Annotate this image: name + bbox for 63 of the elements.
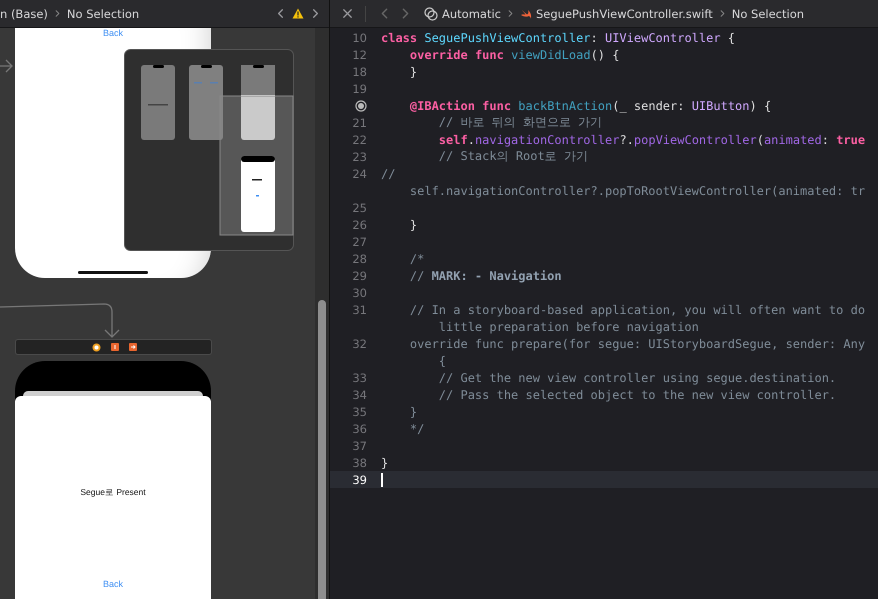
close-icon xyxy=(340,6,355,21)
code-line: { xyxy=(438,354,446,368)
code-line: // Stack의 Root로 가기 xyxy=(438,148,588,165)
scrollbar-thumb[interactable] xyxy=(318,300,326,599)
line-number: 30 xyxy=(352,286,367,300)
code-line: // MARK: - Navigation xyxy=(408,268,562,282)
code-line: // 바로 뒤의 화면으로 가기 xyxy=(438,114,602,131)
line-number: 28 xyxy=(352,252,367,266)
code-line: } xyxy=(381,456,388,470)
code-line: } xyxy=(408,218,418,232)
line-number: 37 xyxy=(352,438,367,452)
line-number: 39 xyxy=(352,472,367,486)
jump-bar-item[interactable]: SeguePushViewController.swift xyxy=(536,6,713,20)
jump-bar-item[interactable]: Automatic xyxy=(442,6,501,20)
breadcrumb-item[interactable]: n (Base) xyxy=(0,6,48,20)
code-line: self.navigationController?.popToRootViewController(animated: tr xyxy=(408,184,866,198)
line-number: 21 xyxy=(352,116,367,130)
related-items-icon[interactable] xyxy=(424,6,438,20)
code-line: override func prepare(for segue: UIStoryboardSegue, sender: Any xyxy=(408,336,866,350)
first-responder-icon[interactable] xyxy=(111,343,119,351)
warning-icon[interactable] xyxy=(292,8,304,19)
exit-icon[interactable] xyxy=(129,343,137,351)
line-number: 19 xyxy=(352,82,367,96)
code-line: // Get the new view controller using segue.destination. xyxy=(438,370,836,384)
code-line: // xyxy=(381,166,396,180)
line-number: 31 xyxy=(352,302,367,316)
line-number: 22 xyxy=(352,132,367,146)
line-number: 34 xyxy=(352,388,367,402)
line-number: 18 xyxy=(352,64,367,78)
breadcrumb-item[interactable]: No Selection xyxy=(66,6,140,20)
segue-arrow xyxy=(0,57,14,75)
line-number: 36 xyxy=(352,422,367,436)
line-number: 35 xyxy=(352,404,367,418)
line-number: 25 xyxy=(352,200,367,214)
view-controller-icon[interactable] xyxy=(92,342,101,352)
line-number: 33 xyxy=(352,370,367,384)
jump-bar-item[interactable]: No Selection xyxy=(732,6,804,20)
home-indicator xyxy=(78,271,148,274)
line-number: 27 xyxy=(352,234,367,248)
code-line: /* xyxy=(408,252,424,266)
line-number: 23 xyxy=(352,150,367,164)
code-line: override func viewDidLoad() { xyxy=(408,48,620,62)
breakpoint-icon[interactable] xyxy=(355,100,367,112)
code-line: little preparation before navigation xyxy=(438,320,699,334)
line-number: 32 xyxy=(352,336,367,350)
line-number: 24 xyxy=(352,166,367,180)
text-cursor xyxy=(381,472,382,486)
swift-file-icon xyxy=(520,8,532,20)
code-line: */ xyxy=(408,422,424,436)
close-button[interactable] xyxy=(340,6,355,21)
line-number: 26 xyxy=(352,218,367,232)
screen-label: Segue로 Present xyxy=(80,487,146,499)
code-line: // Pass the selected object to the new view controller. xyxy=(438,388,836,402)
line-number: 29 xyxy=(352,268,367,282)
line-number: 10 xyxy=(352,30,367,44)
code-line: self.navigationController?.popViewController(animated: true xyxy=(438,132,866,146)
code-line: } xyxy=(408,64,418,78)
line-number: 12 xyxy=(352,48,367,62)
line-number: 38 xyxy=(352,456,367,470)
code-line: // In a storyboard-based application, you will often want to do xyxy=(408,302,866,316)
code-line: } xyxy=(408,404,418,418)
code-line: class SeguePushViewController: UIViewController { xyxy=(381,30,736,44)
code-line: @IBAction func backBtnAction(_ sender: UIButton) { xyxy=(408,98,772,112)
